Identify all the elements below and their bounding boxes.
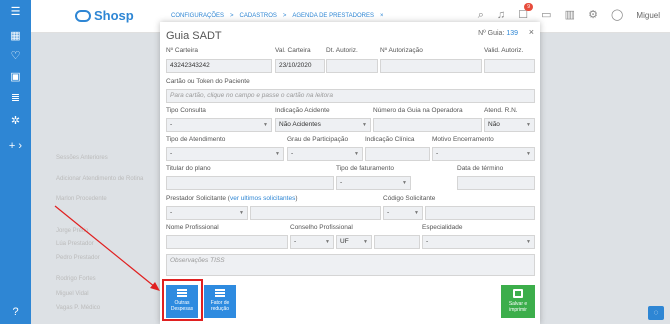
arrow-head — [150, 282, 160, 291]
chat-button[interactable]: ◌ — [648, 306, 664, 320]
annotation-arrow — [54, 205, 160, 291]
arrow-line — [54, 205, 156, 288]
chat-bubble-icon: ◌ — [653, 308, 659, 317]
